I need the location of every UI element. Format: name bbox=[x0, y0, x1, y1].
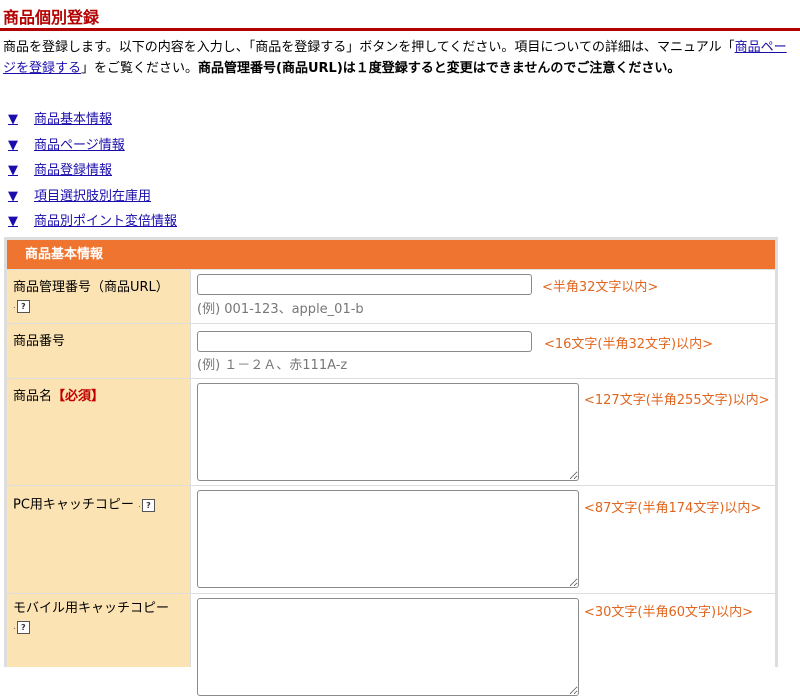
field-label: 商品管理番号（商品URL） .? bbox=[7, 270, 190, 323]
field-value-cell: <87文字(半角174文字)以内> bbox=[191, 486, 775, 593]
triangle-down-icon: ▼ bbox=[8, 214, 18, 229]
field-example: (例) １－２Ａ、赤111A-z bbox=[197, 358, 348, 373]
help-prefix: . bbox=[13, 622, 16, 632]
field-row-product-number: 商品番号 (例) １－２Ａ、赤111A-z <16文字(半角32文字)以内> bbox=[7, 324, 775, 378]
field-value-cell: <30文字(半角60文字)以内> bbox=[191, 594, 775, 696]
field-limit: <87文字(半角174文字)以内> bbox=[584, 501, 762, 516]
triangle-down-icon: ▼ bbox=[8, 138, 18, 153]
field-label-text: 商品管理番号（商品URL） bbox=[13, 280, 169, 295]
title-divider bbox=[0, 28, 800, 31]
product-name-textarea[interactable] bbox=[197, 383, 579, 481]
triangle-down-icon: ▼ bbox=[8, 163, 18, 178]
field-row-product-name: 商品名【必須】 <127文字(半角255文字)以内> bbox=[7, 379, 775, 485]
toc-link-label: 項目選択肢別在庫用 bbox=[34, 189, 152, 204]
field-value-cell: (例) １－２Ａ、赤111A-z <16文字(半角32文字)以内> bbox=[191, 324, 775, 378]
help-icon[interactable]: ? bbox=[16, 299, 30, 313]
intro-text-after-link: 」をご覧ください。 bbox=[81, 61, 199, 76]
intro-text: 商品を登録します。以下の内容を入力し、「商品を登録する」ボタンを押してください。… bbox=[3, 37, 788, 79]
field-label-text: PC用キャッチコピー bbox=[13, 497, 134, 513]
page-title: 商品個別登録 bbox=[3, 8, 100, 27]
field-value-cell: (例) 001-123、apple_01-b <半角32文字以内> bbox=[191, 270, 775, 323]
pc-catchcopy-textarea[interactable] bbox=[197, 490, 579, 588]
field-label: モバイル用キャッチコピー .? bbox=[7, 594, 190, 667]
triangle-down-icon: ▼ bbox=[8, 112, 18, 127]
help-icon[interactable]: ? bbox=[141, 498, 155, 512]
basic-info-form: 商品基本情報 商品管理番号（商品URL） .? (例) 001-123、appl… bbox=[4, 237, 778, 696]
field-limit: <127文字(半角255文字)以内> bbox=[584, 393, 770, 408]
help-prefix: . bbox=[13, 301, 16, 311]
section-header: 商品基本情報 bbox=[7, 240, 775, 269]
toc-link-point-rate[interactable]: ▼ 商品別ポイント変倍情報 bbox=[8, 210, 177, 229]
toc-link-basic-info[interactable]: ▼ 商品基本情報 bbox=[8, 108, 112, 127]
toc-link-label: 商品ページ情報 bbox=[34, 138, 125, 153]
toc-link-registration-info[interactable]: ▼ 商品登録情報 bbox=[8, 159, 112, 178]
field-label-text: 商品番号 bbox=[13, 334, 66, 349]
field-limit: <半角32文字以内> bbox=[542, 280, 659, 295]
toc-link-option-stock[interactable]: ▼ 項目選択肢別在庫用 bbox=[8, 185, 151, 204]
field-limit: <16文字(半角32文字)以内> bbox=[544, 337, 714, 352]
field-label-text: 商品名 bbox=[13, 389, 53, 404]
triangle-down-icon: ▼ bbox=[8, 189, 18, 204]
field-example: (例) 001-123、apple_01-b bbox=[197, 302, 364, 317]
field-row-product-code: 商品管理番号（商品URL） .? (例) 001-123、apple_01-b … bbox=[7, 270, 775, 323]
toc-link-label: 商品基本情報 bbox=[34, 112, 113, 127]
mobile-catchcopy-textarea[interactable] bbox=[197, 598, 579, 696]
intro-text-before-link: 商品を登録します。以下の内容を入力し、「商品を登録する」ボタンを押してください。… bbox=[3, 40, 735, 55]
field-row-pc-catchcopy: PC用キャッチコピー .? <87文字(半角174文字)以内> bbox=[7, 486, 775, 593]
required-badge: 【必須】 bbox=[52, 389, 105, 404]
product-number-input[interactable] bbox=[197, 331, 532, 352]
field-label: 商品名【必須】 bbox=[7, 379, 190, 485]
help-prefix: . bbox=[138, 500, 141, 510]
toc-link-label: 商品別ポイント変倍情報 bbox=[34, 214, 178, 229]
field-row-mobile-catchcopy: モバイル用キャッチコピー .? <30文字(半角60文字)以内> bbox=[7, 594, 775, 696]
field-limit: <30文字(半角60文字)以内> bbox=[584, 605, 754, 620]
field-label-text: モバイル用キャッチコピー bbox=[13, 601, 170, 616]
field-label: PC用キャッチコピー .? bbox=[7, 486, 190, 593]
toc-link-label: 商品登録情報 bbox=[34, 163, 113, 178]
field-value-cell: <127文字(半角255文字)以内> bbox=[191, 379, 775, 485]
toc-link-page-info[interactable]: ▼ 商品ページ情報 bbox=[8, 134, 125, 153]
intro-warning: 商品管理番号(商品URL)は１度登録すると変更はできませんのでご注意ください。 bbox=[198, 61, 681, 76]
help-icon[interactable]: ? bbox=[16, 620, 30, 634]
product-code-input[interactable] bbox=[197, 274, 532, 295]
field-label: 商品番号 bbox=[7, 324, 190, 378]
